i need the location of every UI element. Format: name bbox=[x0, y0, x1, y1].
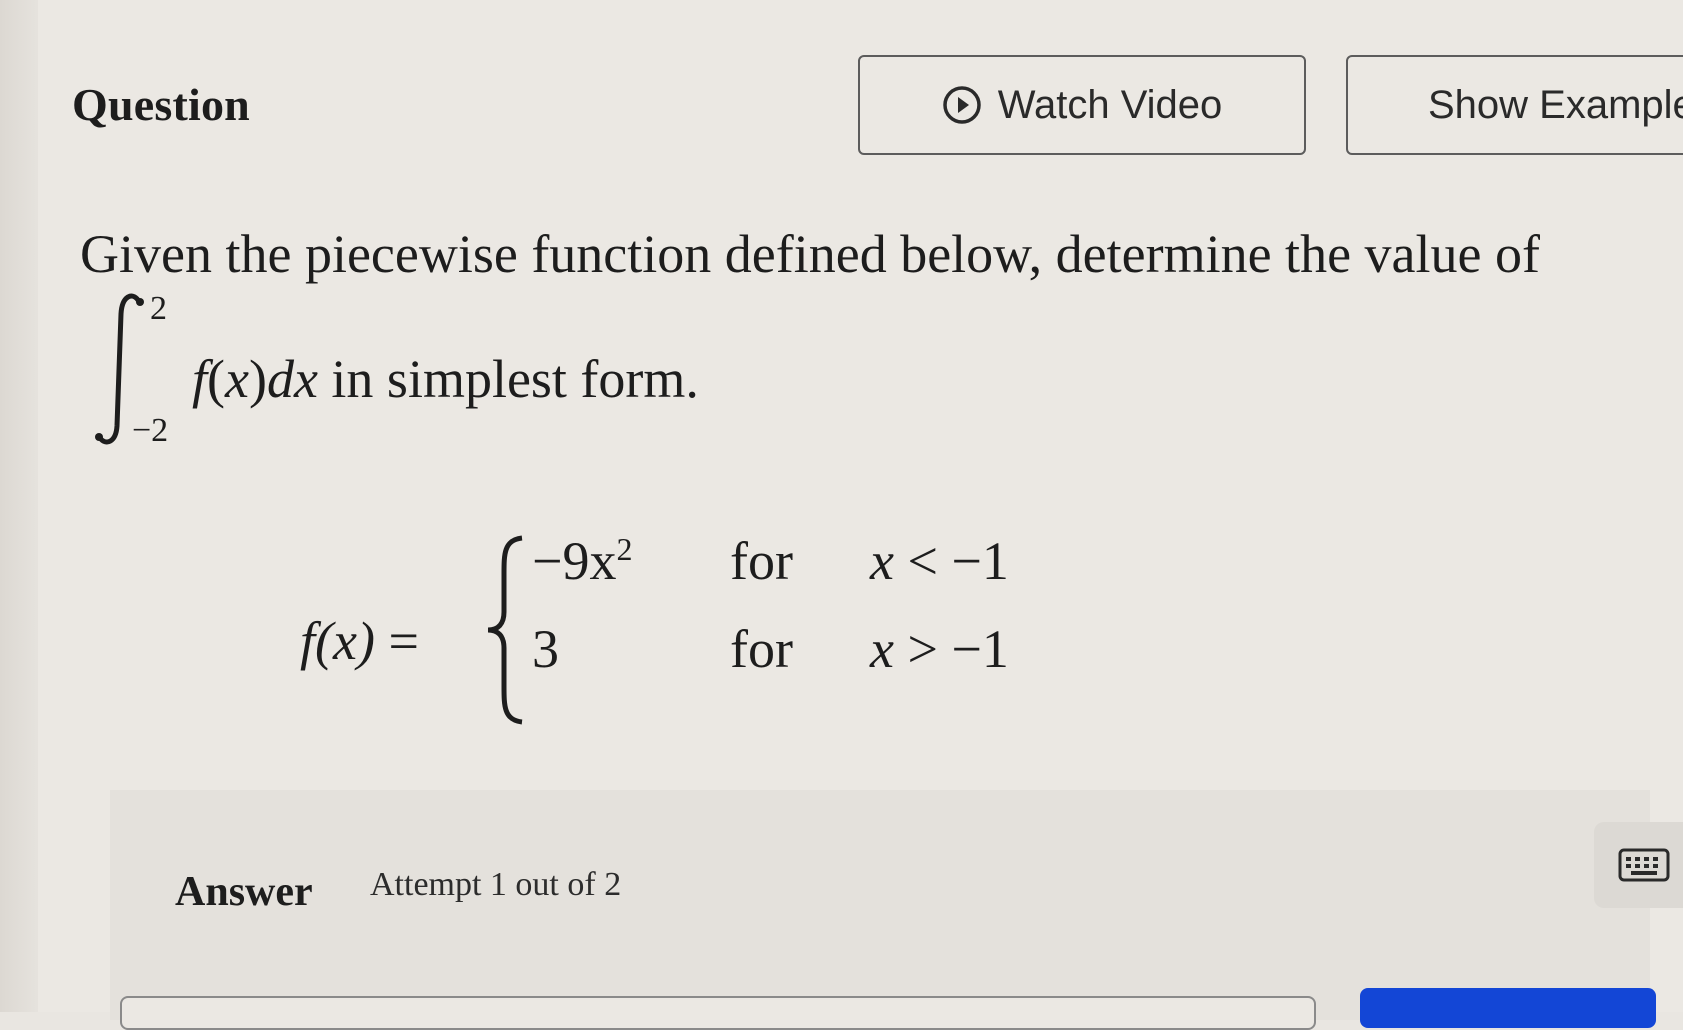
submit-button[interactable] bbox=[1360, 988, 1656, 1028]
page-title: Question bbox=[72, 79, 250, 130]
case-1-exponent: 2 bbox=[616, 531, 633, 567]
piecewise-equals: = bbox=[388, 611, 419, 671]
integrand-function: f bbox=[192, 349, 208, 409]
case-1-expression: −9x2 bbox=[532, 530, 632, 592]
answer-input[interactable] bbox=[120, 996, 1316, 1030]
watch-video-label: Watch Video bbox=[997, 82, 1223, 127]
show-examples-button[interactable]: Show Example bbox=[1346, 55, 1683, 155]
case-2-for: for bbox=[730, 619, 793, 679]
integral-lower-limit: −2 bbox=[132, 412, 169, 449]
integrand-paren-close: ) bbox=[248, 349, 267, 409]
keyboard-icon bbox=[1618, 848, 1670, 882]
integrand-paren-open: ( bbox=[207, 349, 225, 409]
integrand-variable: x bbox=[225, 349, 249, 409]
integral-suffix: in simplest form. bbox=[317, 349, 699, 409]
integrand-differential: dx bbox=[266, 349, 318, 409]
piecewise-definition: f(x) = −9x2 for x < −1 3 for x > −1 bbox=[300, 530, 1200, 730]
attempt-counter: Attempt 1 out of 2 bbox=[370, 866, 622, 903]
case-1-cond-var: x bbox=[870, 531, 894, 591]
integral-upper-limit: 2 bbox=[150, 290, 167, 327]
case-2-cond-rel: > −1 bbox=[907, 619, 1009, 679]
keyboard-button[interactable] bbox=[1594, 822, 1683, 908]
watch-video-button[interactable]: Watch Video bbox=[858, 55, 1306, 155]
case-1-for: for bbox=[730, 531, 793, 591]
play-circle-icon bbox=[942, 86, 981, 124]
case-1-expr: −9x bbox=[532, 531, 617, 591]
integrand: f(x)dx in simplest form. bbox=[192, 348, 699, 410]
piecewise-lhs: f(x) = bbox=[300, 610, 419, 672]
answer-section bbox=[110, 790, 1650, 1020]
question-prompt: Given the piecewise function defined bel… bbox=[80, 224, 1540, 284]
case-1-cond-rel: < −1 bbox=[907, 531, 1009, 591]
screen-left-edge bbox=[0, 0, 40, 1012]
piecewise-function-name: f bbox=[300, 611, 316, 671]
case-1-condition: x < −1 bbox=[870, 530, 1009, 592]
answer-label: Answer bbox=[175, 869, 313, 915]
show-examples-label: Show Example bbox=[1428, 82, 1683, 127]
case-2-expression: 3 bbox=[532, 619, 559, 679]
left-brace-icon bbox=[487, 535, 523, 725]
case-2-cond-var: x bbox=[870, 619, 894, 679]
case-2-condition: x > −1 bbox=[870, 618, 1009, 680]
integral-expression: 2 −2 f(x)dx in simplest form. bbox=[92, 290, 992, 460]
piecewise-argument: (x) bbox=[315, 611, 375, 671]
